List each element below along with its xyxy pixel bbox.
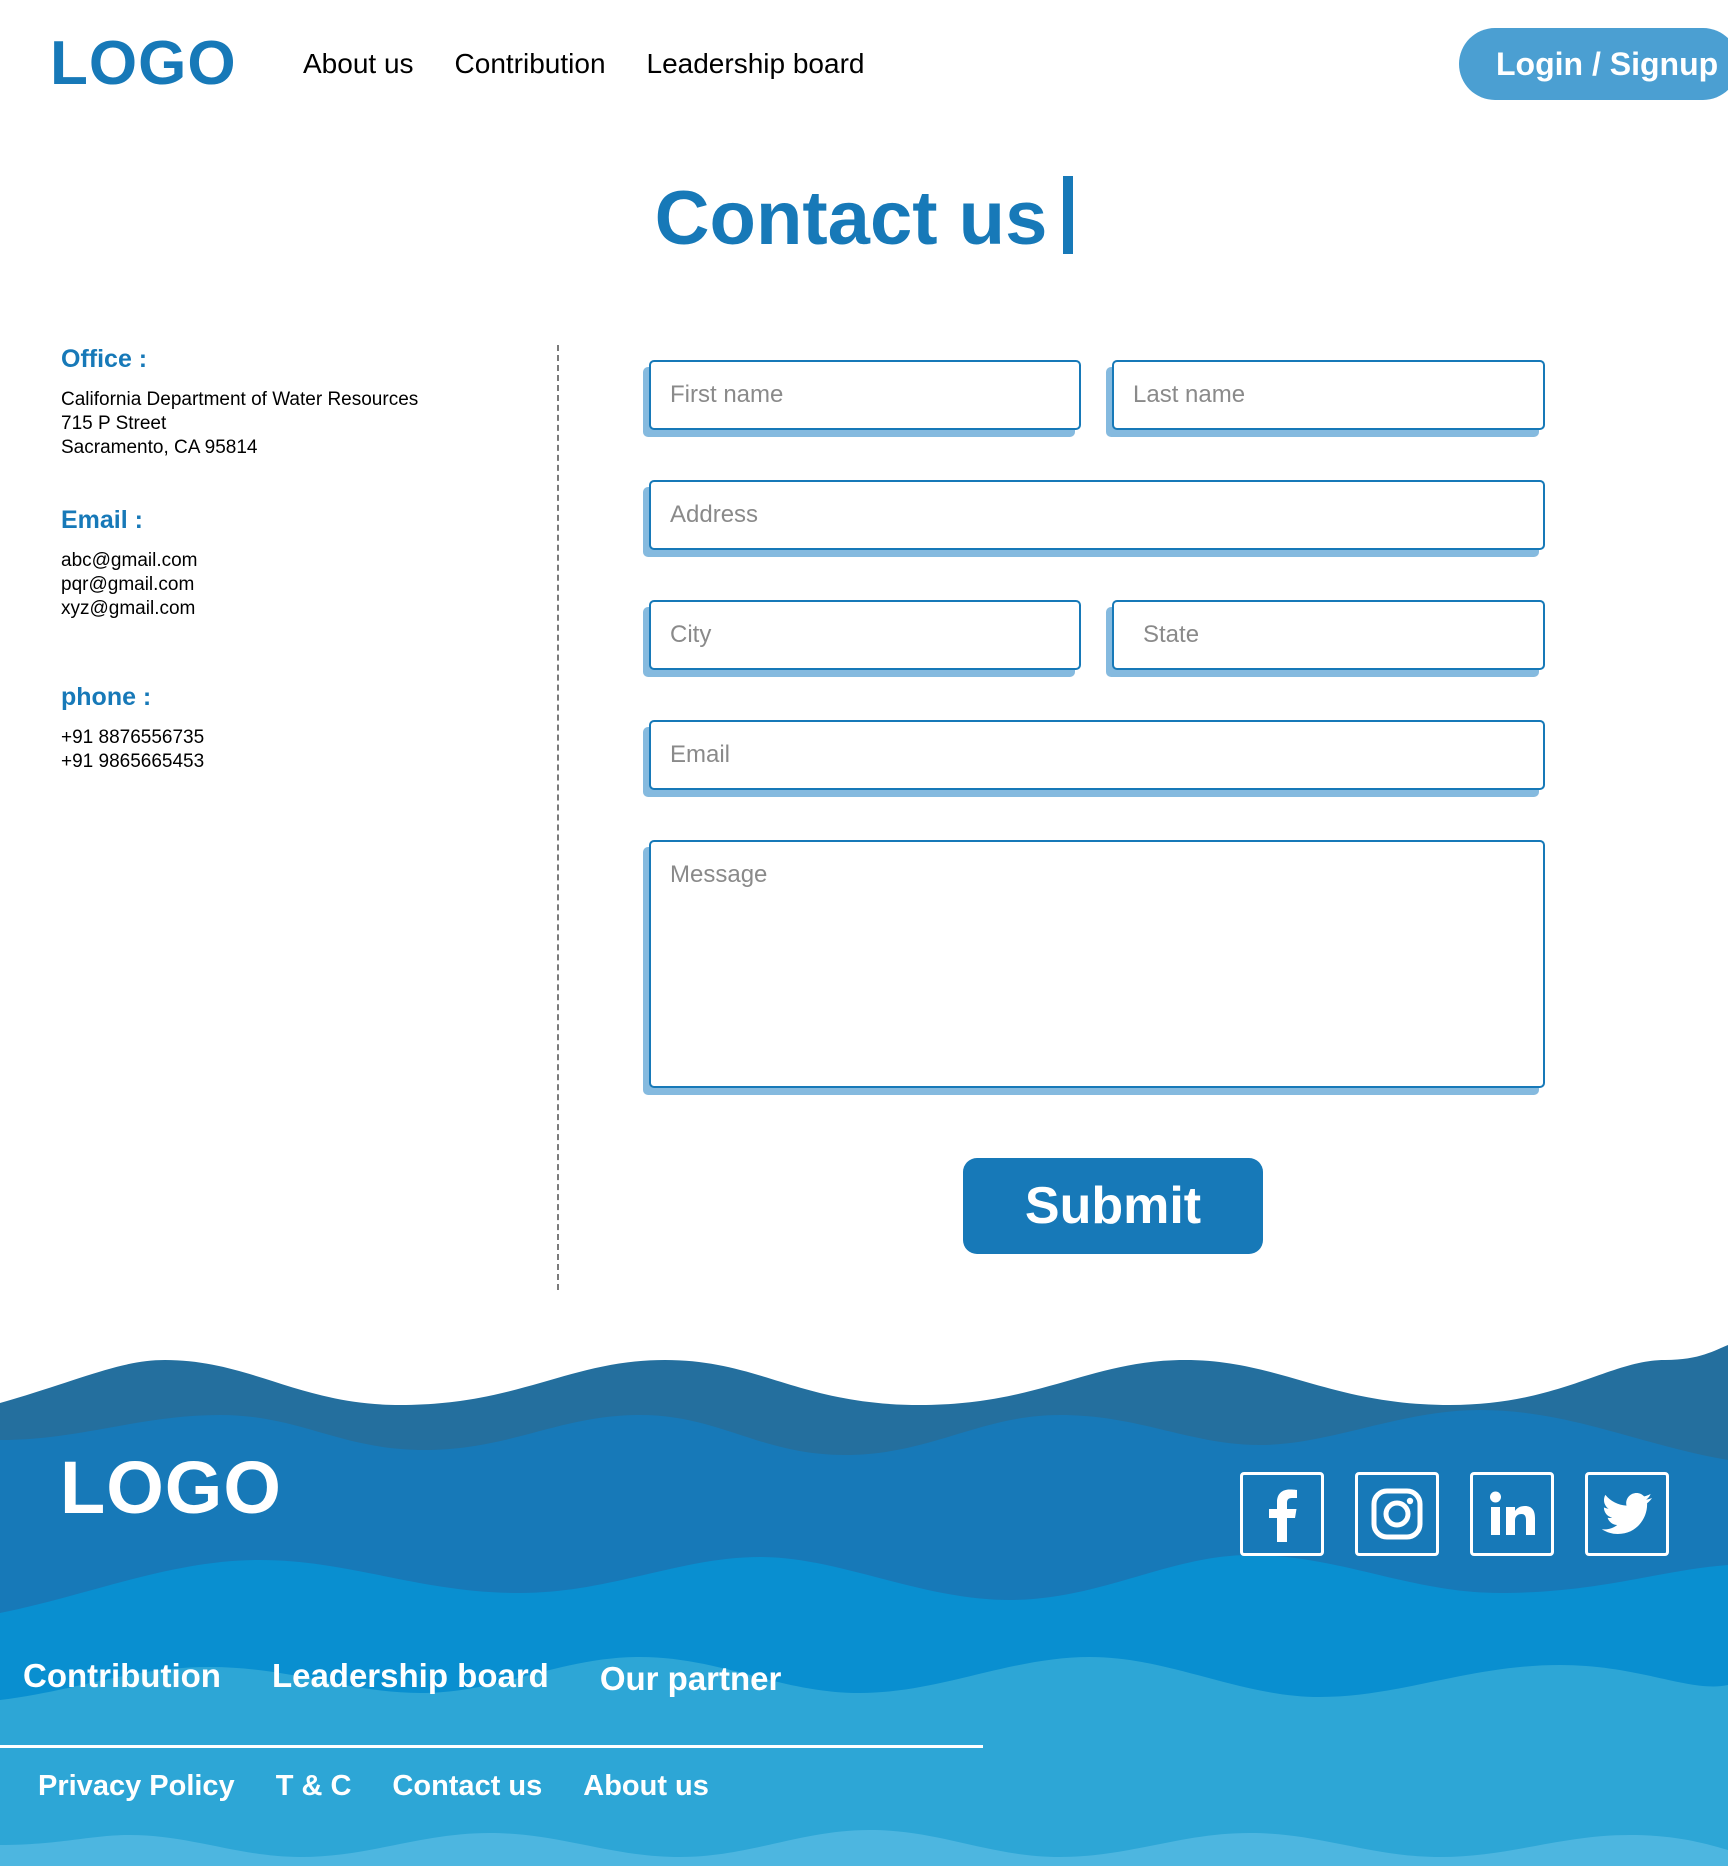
instagram-icon[interactable] (1355, 1472, 1439, 1556)
office-line: Sacramento, CA 95814 (61, 437, 258, 458)
social-links (1240, 1472, 1669, 1556)
footer-logo[interactable]: LOGO (60, 1445, 282, 1530)
office-heading: Office : (61, 345, 148, 373)
text-cursor (1063, 176, 1074, 254)
footer-link-about-us[interactable]: About us (583, 1770, 709, 1803)
office-line: 715 P Street (61, 413, 167, 434)
email-address[interactable]: pqr@gmail.com (61, 573, 198, 597)
office-info: Office : California Department of Water … (61, 345, 418, 460)
office-line: California Department of Water Resources (61, 389, 419, 410)
nav-contribution[interactable]: Contribution (455, 48, 606, 80)
nav-leadership-board[interactable]: Leadership board (647, 48, 865, 80)
nav-about-us[interactable]: About us (303, 48, 414, 80)
login-signup-button[interactable]: Login / Signup (1459, 28, 1728, 100)
vertical-divider (557, 345, 559, 1290)
state-input[interactable]: State (1112, 600, 1545, 670)
email-address[interactable]: abc@gmail.com (61, 549, 198, 573)
phone-heading: phone : (61, 683, 152, 711)
address-input[interactable]: Address (649, 480, 1545, 550)
footer-divider (0, 1745, 983, 1748)
footer-link-contribution[interactable]: Contribution (23, 1657, 221, 1698)
facebook-icon[interactable] (1240, 1472, 1324, 1556)
submit-button[interactable]: Submit (963, 1158, 1263, 1254)
footer-link-terms[interactable]: T & C (276, 1770, 352, 1803)
last-name-input[interactable]: Last name (1112, 360, 1545, 430)
footer-primary-nav: Contribution Leadership board Our partne… (23, 1657, 781, 1698)
email-input[interactable]: Email (649, 720, 1545, 790)
linkedin-icon[interactable] (1470, 1472, 1554, 1556)
footer-secondary-nav: Privacy Policy T & C Contact us About us (38, 1770, 709, 1803)
phone-info: phone : +91 8876556735 +91 9865665453 (61, 683, 204, 774)
phone-number[interactable]: +91 8876556735 (61, 726, 204, 750)
footer: LOGO Contribution Leadership board Our p… (0, 1345, 1728, 1866)
message-textarea[interactable]: Message (649, 840, 1545, 1088)
first-name-input[interactable]: First name (649, 360, 1081, 430)
email-address[interactable]: xyz@gmail.com (61, 597, 198, 621)
city-input[interactable]: City (649, 600, 1081, 670)
contact-page: LOGO About us Contribution Leadership bo… (0, 0, 1728, 1866)
page-title-text: Contact us (654, 176, 1048, 261)
footer-link-contact-us[interactable]: Contact us (392, 1770, 542, 1803)
header-nav: About us Contribution Leadership board (303, 48, 864, 80)
footer-link-leadership-board[interactable]: Leadership board (272, 1657, 549, 1698)
footer-link-privacy-policy[interactable]: Privacy Policy (38, 1770, 235, 1803)
phone-number[interactable]: +91 9865665453 (61, 750, 204, 774)
twitter-icon[interactable] (1585, 1472, 1669, 1556)
email-heading: Email : (61, 506, 143, 534)
footer-link-our-partner[interactable]: Our partner (600, 1660, 782, 1698)
email-info: Email : abc@gmail.com pqr@gmail.com xyz@… (61, 506, 198, 621)
header-logo[interactable]: LOGO (50, 28, 237, 99)
page-title: Contact us (0, 175, 1728, 262)
